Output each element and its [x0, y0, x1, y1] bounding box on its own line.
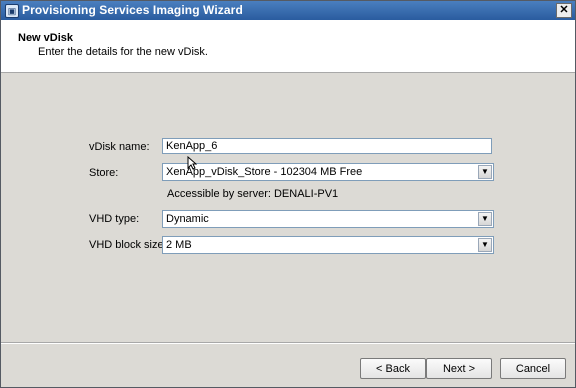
footer-divider	[1, 342, 575, 344]
store-select[interactable]: XenApp_vDisk_Store - 102304 MB Free ▼	[162, 163, 494, 181]
store-access-note: Accessible by server: DENALI-PV1	[167, 188, 339, 200]
next-button[interactable]: Next >	[426, 358, 492, 379]
chevron-down-icon[interactable]: ▼	[478, 212, 492, 226]
vhd-block-size-select[interactable]: 2 MB ▼	[162, 236, 494, 254]
page-title: New vDisk	[18, 32, 74, 44]
wizard-window: ▣ Provisioning Services Imaging Wizard ✕…	[0, 0, 576, 388]
window-title: Provisioning Services Imaging Wizard	[22, 3, 243, 17]
back-button[interactable]: < Back	[360, 358, 426, 379]
store-label: Store:	[89, 167, 119, 179]
wizard-app-icon: ▣	[5, 4, 19, 18]
vdisk-name-input[interactable]	[162, 138, 492, 154]
vhd-block-size-select-value: 2 MB	[166, 239, 192, 251]
page-subtitle: Enter the details for the new vDisk.	[38, 46, 208, 58]
vhd-type-select[interactable]: Dynamic ▼	[162, 210, 494, 228]
cancel-button[interactable]: Cancel	[500, 358, 566, 379]
close-button[interactable]: ✕	[556, 3, 572, 18]
chevron-down-icon[interactable]: ▼	[478, 165, 492, 179]
vhd-type-label: VHD type:	[89, 213, 140, 225]
vdisk-name-label: vDisk name:	[89, 141, 150, 153]
vhd-block-size-label: VHD block size:	[89, 239, 167, 251]
wizard-header: New vDisk Enter the details for the new …	[1, 20, 575, 73]
mouse-cursor-icon	[187, 156, 197, 170]
chevron-down-icon[interactable]: ▼	[478, 238, 492, 252]
title-bar: ▣ Provisioning Services Imaging Wizard ✕	[1, 1, 575, 20]
vhd-type-select-value: Dynamic	[166, 213, 209, 225]
